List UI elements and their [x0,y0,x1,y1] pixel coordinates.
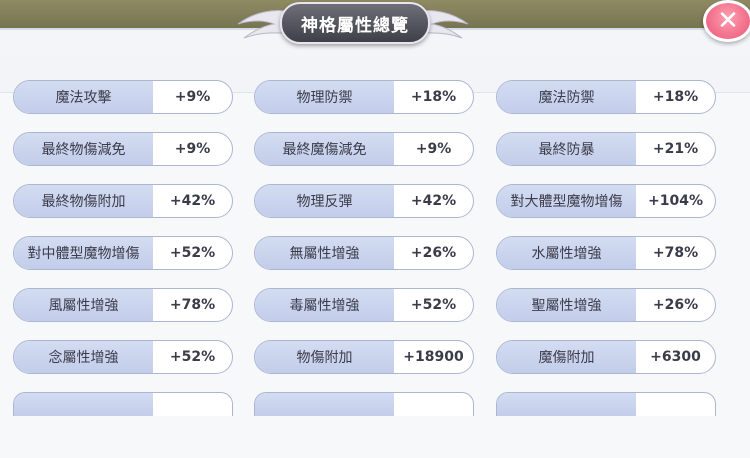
stat-value: +52% [410,297,457,313]
stat-value: +26% [652,297,699,313]
stat-pill: 最終物傷附加 +42% [13,184,233,218]
close-icon: ✕ [717,6,739,36]
stat-name: 魔法防禦 [497,81,636,113]
stat-value: +78% [652,245,699,261]
stat-value: +42% [410,193,457,209]
stat-value: +18900 [403,349,464,365]
stat-name: 無屬性增強 [255,237,394,269]
stat-value: +104% [648,193,703,209]
stat-name: 毒屬性增強 [255,289,394,321]
stat-pill: 物理防禦 +18% [254,80,474,114]
stat-value: +26% [410,245,457,261]
stat-name: 風屬性增強 [14,289,153,321]
stat-pill-partial [13,392,233,416]
stat-value: +18% [410,89,457,105]
stat-pill: 風屬性增強 +78% [13,288,233,322]
stat-name: 最終魔傷減免 [255,133,394,165]
stat-pill: 最終魔傷減免 +9% [254,132,474,166]
stat-name: 魔法攻擊 [14,81,153,113]
stat-pill: 魔法攻擊 +9% [13,80,233,114]
stat-name: 最終物傷附加 [14,185,153,217]
title-badge: 神格屬性總覽 [280,2,430,44]
stat-name [14,393,153,416]
stat-pill-partial [254,392,474,416]
stat-value: +9% [174,141,211,157]
stat-pill: 無屬性增強 +26% [254,236,474,270]
stat-pill: 對中體型魔物增傷 +52% [13,236,233,270]
stat-value: +52% [169,349,216,365]
stat-value: +9% [174,89,211,105]
panel-title: 神格屬性總覽 [301,15,409,36]
stat-name: 念屬性增強 [14,341,153,373]
stat-pill: 魔傷附加 +6300 [496,340,716,374]
stat-pill-partial [496,392,716,416]
close-button[interactable]: ✕ [703,0,750,42]
stat-pill: 物理反彈 +42% [254,184,474,218]
stat-value: +6300 [650,349,701,365]
stat-name: 水屬性增強 [497,237,636,269]
stat-name [255,393,394,416]
stat-name: 物傷附加 [255,341,394,373]
stat-name [497,393,636,416]
stat-pill: 對大體型魔物增傷 +104% [496,184,716,218]
stat-pill: 最終防暴 +21% [496,132,716,166]
stat-value: +42% [169,193,216,209]
stat-name: 物理防禦 [255,81,394,113]
stat-value: +9% [415,141,452,157]
stat-pill: 物傷附加 +18900 [254,340,474,374]
stat-pill: 聖屬性增強 +26% [496,288,716,322]
stat-pill: 水屬性增強 +78% [496,236,716,270]
stat-pill: 毒屬性增強 +52% [254,288,474,322]
stat-value: +52% [169,245,216,261]
stat-name: 對中體型魔物增傷 [14,237,153,269]
stat-value: +78% [169,297,216,313]
stat-name: 最終防暴 [497,133,636,165]
stat-name: 最終物傷減免 [14,133,153,165]
stat-name: 聖屬性增強 [497,289,636,321]
stat-value: +21% [652,141,699,157]
stat-name: 魔傷附加 [497,341,636,373]
stat-pill: 最終物傷減免 +9% [13,132,233,166]
stat-pill: 念屬性增強 +52% [13,340,233,374]
stat-pill: 魔法防禦 +18% [496,80,716,114]
stat-name: 對大體型魔物增傷 [497,185,636,217]
stat-value: +18% [652,89,699,105]
title-banner: 神格屬性總覽 [234,0,472,44]
stat-name: 物理反彈 [255,185,394,217]
